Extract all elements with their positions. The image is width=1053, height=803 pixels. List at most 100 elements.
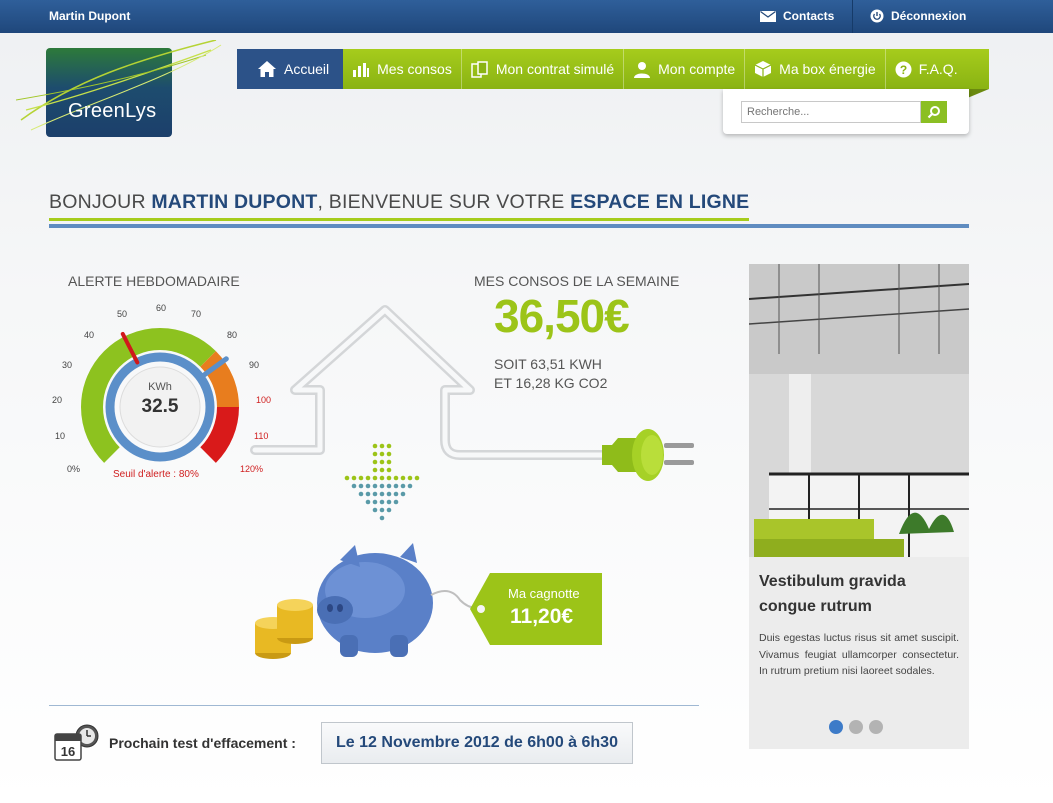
section-divider: [49, 705, 699, 706]
arrow-dot: [372, 491, 378, 497]
topbar-separator: [852, 0, 853, 33]
coins-icon: [255, 599, 313, 659]
carousel-dot-3[interactable]: [869, 720, 883, 734]
logout-link[interactable]: Déconnexion: [870, 9, 966, 23]
nav-item-mon-compte[interactable]: Mon compte: [624, 49, 746, 89]
arrow-dot: [372, 443, 378, 449]
documents-icon: [471, 60, 488, 78]
arrow-dot: [372, 499, 378, 505]
arrow-dot: [379, 451, 385, 457]
search-icon: [927, 106, 940, 119]
calendar-clock-icon: 16: [54, 724, 99, 761]
arrow-dot: [365, 491, 371, 497]
logo-swoosh: [16, 40, 222, 131]
nav-item-ma-box[interactable]: Ma box énergie: [745, 49, 886, 89]
arrow-dot: [379, 491, 385, 497]
gauge-tick: 70: [191, 309, 202, 319]
carousel-dot-1[interactable]: [829, 720, 843, 734]
arrow-dot: [365, 483, 371, 489]
search-panel: [723, 89, 969, 134]
arrow-dot: [351, 475, 357, 481]
arrow-dot: [393, 483, 399, 489]
arrow-dot: [400, 483, 406, 489]
gauge-value: 32.5: [141, 396, 179, 417]
promo-image[interactable]: [749, 264, 969, 557]
arrow-dot: [372, 507, 378, 513]
arrow-dot: [379, 507, 385, 513]
nav-label: Mon contrat simulé: [495, 61, 615, 77]
welcome-heading: BONJOUR MARTIN DUPONT, BIENVENUE SUR VOT…: [49, 191, 749, 214]
gauge-tick: 50: [117, 309, 128, 319]
arrow-dot: [386, 467, 392, 473]
nav-item-mon-contrat[interactable]: Mon contrat simulé: [462, 49, 625, 89]
welcome-underline-green: [49, 218, 749, 221]
arrow-dot: [386, 459, 392, 465]
arrow-dot: [379, 443, 385, 449]
week-title: MES CONSOS DE LA SEMAINE: [474, 273, 680, 289]
arrow-dot: [393, 475, 399, 481]
house-plug-illustration: [250, 305, 694, 481]
arrow-dot: [372, 475, 378, 481]
arrow-dot: [379, 467, 385, 473]
search-input[interactable]: [741, 101, 921, 123]
logout-label: Déconnexion: [891, 9, 967, 23]
contacts-link[interactable]: Contacts: [760, 9, 834, 23]
user-icon: [634, 61, 651, 78]
arrow-dot: [379, 483, 385, 489]
gauge-title: ALERTE HEBDOMADAIRE: [68, 273, 240, 289]
arrow-dot: [379, 515, 385, 521]
nav-item-accueil[interactable]: Accueil: [237, 49, 344, 89]
week-kwh: SOIT 63,51 KWH: [494, 356, 602, 372]
user-name: Martin Dupont: [49, 9, 131, 23]
gauge-tick: 10: [55, 431, 66, 441]
arrow-dot: [386, 443, 392, 449]
nav-label: Mes consos: [377, 61, 452, 77]
arrow-dot: [379, 499, 385, 505]
arrow-dot: [372, 467, 378, 473]
search-button[interactable]: [921, 101, 947, 123]
next-test-date: Le 12 Novembre 2012 de 6h00 à 6h30: [321, 722, 633, 764]
cagnotte-label: Ma cagnotte: [508, 586, 580, 601]
plug-icon: [602, 429, 694, 481]
welcome-underline-blue: [49, 224, 969, 228]
top-bar: Martin Dupont Contacts Déconnexion: [0, 0, 1053, 33]
arrow-dot: [393, 491, 399, 497]
greenlys-logo[interactable]: GreenLys: [16, 40, 222, 137]
svg-text:?: ?: [900, 63, 907, 77]
arrow-dot: [372, 459, 378, 465]
welcome-space: ESPACE EN LIGNE: [570, 191, 750, 213]
calendar-day: 16: [61, 744, 75, 759]
gauge-tick: 60: [156, 303, 167, 313]
gauge-tick: 0%: [67, 464, 81, 474]
nav-label: Mon compte: [658, 61, 736, 77]
envelope-icon: [760, 10, 776, 22]
week-amount: 36,50€: [494, 290, 630, 342]
carousel-dot-2[interactable]: [849, 720, 863, 734]
arrow-dot: [358, 475, 364, 481]
nav-label: Ma box énergie: [779, 61, 876, 77]
home-icon: [258, 61, 276, 77]
promo-title: Vestibulum gravida congue rutrum: [759, 573, 906, 615]
arrow-dot: [372, 483, 378, 489]
down-arrow-dots: [344, 443, 420, 521]
arrow-dot: [372, 451, 378, 457]
arrow-dot: [379, 475, 385, 481]
nav-item-faq[interactable]: ? F.A.Q.: [886, 49, 967, 89]
bar-chart-icon: [353, 63, 370, 77]
arrow-dot: [386, 507, 392, 513]
promo-text: Duis egestas luctus risus sit amet susci…: [759, 632, 959, 677]
arrow-dot: [365, 499, 371, 505]
arrow-dot: [407, 475, 413, 481]
week-co2: ET 16,28 KG CO2: [494, 375, 608, 391]
promo-carousel: Vestibulum gravida congue rutrum Duis eg…: [749, 264, 969, 749]
nav-label: Accueil: [284, 61, 330, 77]
gauge-tick: 80: [227, 330, 238, 340]
nav-item-mes-consos[interactable]: Mes consos: [343, 49, 462, 89]
arrow-dot: [400, 475, 406, 481]
piggy-bank-illustration: [255, 543, 481, 659]
arrow-dot: [386, 483, 392, 489]
gauge-tick: 40: [84, 330, 95, 340]
gauge-tick: 30: [62, 360, 73, 370]
welcome-part1: BONJOUR: [49, 191, 152, 213]
arrow-dot: [344, 475, 350, 481]
